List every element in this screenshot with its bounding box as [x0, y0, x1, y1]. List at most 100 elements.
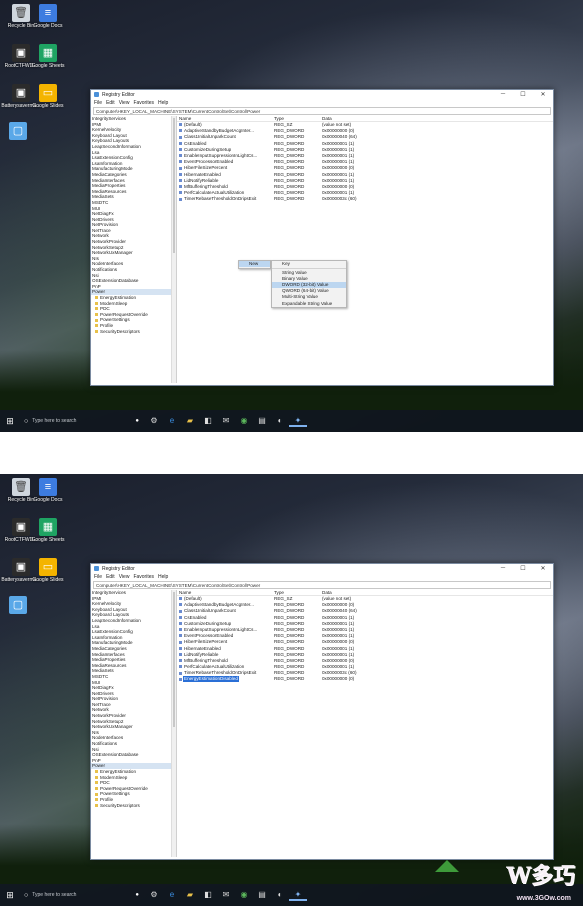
- value-name-text: EventProcessorEnabled: [184, 633, 234, 639]
- desktop-icon-google-sheets[interactable]: ▦ Google Sheets: [28, 518, 68, 543]
- value-name-text: TimerRebaseThresholdOnDripsExit: [184, 670, 257, 676]
- value-type: REG_DWORD: [274, 676, 305, 682]
- close-button[interactable]: ✕: [533, 565, 553, 572]
- folder-icon[interactable]: ▰: [181, 416, 199, 427]
- mail-icon[interactable]: ✉: [217, 416, 235, 427]
- tree-node-child[interactable]: SecurityDescriptors: [91, 329, 176, 335]
- watermark-arrow-icon: [435, 860, 459, 872]
- value-row[interactable]: TimerRebaseThresholdOnDripsExit REG_DWORD…: [177, 196, 553, 202]
- settings-icon[interactable]: ⚙: [145, 890, 163, 901]
- value-name-text: PerfCalculateActualUtilization: [184, 664, 245, 670]
- cortana-mic-icon[interactable]: ●: [135, 418, 139, 424]
- photos-icon[interactable]: ▤: [253, 890, 271, 901]
- taskbar-search[interactable]: ○ Type here to search ●: [20, 413, 145, 429]
- value-name-text: PerfCalculateActualUtilization: [184, 190, 245, 196]
- minimize-button[interactable]: ─: [493, 565, 513, 572]
- desktop-icon-google-sheets[interactable]: ▦ Google Sheets: [28, 44, 68, 69]
- menu-file[interactable]: File: [94, 100, 102, 106]
- column-name[interactable]: Name: [177, 590, 274, 595]
- value-name-text: CsEnabled: [184, 614, 207, 620]
- folder-icon[interactable]: ▰: [181, 890, 199, 901]
- address-bar[interactable]: Computer\HKEY_LOCAL_MACHINE\SYSTEM\Curre…: [93, 581, 551, 589]
- menu-help[interactable]: Help: [158, 574, 168, 580]
- desktop-icon-google-slides[interactable]: ▭ Google Slides: [28, 558, 68, 583]
- menu-edit[interactable]: Edit: [106, 574, 115, 580]
- edge-icon[interactable]: e: [163, 416, 181, 427]
- value-name-text: CsEnabled: [184, 140, 207, 146]
- google-slides-icon: ▭: [39, 84, 57, 102]
- maximize-button[interactable]: ☐: [513, 565, 533, 572]
- value-name-text: TimerRebaseThresholdOnDripsExit: [184, 196, 257, 202]
- monitor-icon: ▢: [9, 596, 27, 614]
- regedit-taskbar-icon[interactable]: ✦: [289, 890, 307, 901]
- start-button[interactable]: ⊞: [0, 416, 20, 427]
- value-name: TimerRebaseThresholdOnDripsExit: [177, 196, 274, 202]
- address-bar[interactable]: Computer\HKEY_LOCAL_MACHINE\SYSTEM\Curre…: [93, 107, 551, 115]
- store-icon[interactable]: ◧: [199, 416, 217, 427]
- close-button[interactable]: ✕: [533, 91, 553, 98]
- app-icon[interactable]: ◉: [235, 416, 253, 427]
- store-icon[interactable]: ◧: [199, 890, 217, 901]
- google-sheets-icon: ▦: [39, 44, 57, 62]
- desktop-icon-monitor[interactable]: ▢: [0, 596, 38, 615]
- regedit-taskbar-icon[interactable]: ✦: [289, 416, 307, 427]
- menu-view[interactable]: View: [119, 100, 130, 106]
- desktop-icon-google-docs[interactable]: ≡ Google Docs: [28, 478, 68, 503]
- registry-editor-window: Registry Editor ─ ☐ ✕ File Edit View Fav…: [90, 89, 554, 386]
- desktop-icon-google-slides[interactable]: ▭ Google Slides: [28, 84, 68, 109]
- column-data[interactable]: Data: [322, 116, 402, 121]
- desktop-icon-google-docs[interactable]: ≡ Google Docs: [28, 4, 68, 29]
- maximize-button[interactable]: ☐: [513, 91, 533, 98]
- menu-favorites[interactable]: Favorites: [133, 100, 154, 106]
- menu-favorites[interactable]: Favorites: [133, 574, 154, 580]
- menu-view[interactable]: View: [119, 574, 130, 580]
- google-sheets-icon: ▦: [39, 518, 57, 536]
- menu-bar: File Edit View Favorites Help: [91, 99, 553, 106]
- submenu-key[interactable]: Key: [272, 261, 346, 267]
- title-bar: Registry Editor ─ ☐ ✕: [91, 90, 553, 99]
- edge-icon[interactable]: e: [163, 890, 181, 901]
- column-data[interactable]: Data: [322, 590, 402, 595]
- value-type: REG_DWORD: [274, 196, 305, 202]
- desktop-icon-monitor[interactable]: ▢: [0, 122, 38, 141]
- value-name-text: CustomizeDuringSetup: [184, 620, 232, 626]
- value-row-new[interactable]: EnergyEstimationDisabled REG_DWORD 0x00000…: [177, 676, 553, 683]
- submenu-expandable-string-value[interactable]: Expandable String Value: [272, 301, 346, 307]
- minimize-button[interactable]: ─: [493, 91, 513, 98]
- value-data: 0x00000000 (0): [322, 676, 355, 682]
- value-name-text: MfBufferingThreshold: [184, 657, 228, 663]
- steam-icon[interactable]: ◐: [271, 890, 289, 901]
- value-name-text: EventProcessorEnabled: [184, 159, 234, 165]
- menu-help[interactable]: Help: [158, 100, 168, 106]
- value-name-text: Class1InitialUnparkCount: [184, 134, 236, 140]
- values-pane: Name Type Data (Default) REG_SZ (value not…: [177, 116, 553, 383]
- mail-icon[interactable]: ✉: [217, 890, 235, 901]
- menu-edit[interactable]: Edit: [106, 100, 115, 106]
- key-tree: IntegrityServices IPMI KernelVelocity Keybo…: [91, 590, 177, 857]
- app-icon[interactable]: ◉: [235, 890, 253, 901]
- key-tree: IntegrityServices IPMI KernelVelocity Keybo…: [91, 116, 177, 383]
- value-name-text: EnergyEstimationDisabled: [183, 676, 239, 683]
- monitor-icon: ▢: [9, 122, 27, 140]
- photos-icon[interactable]: ▤: [253, 416, 271, 427]
- tree-node-child[interactable]: SecurityDescriptors: [91, 803, 176, 809]
- value-name: EnergyEstimationDisabled: [177, 676, 274, 683]
- tree-scrollbar[interactable]: [171, 590, 176, 857]
- column-type[interactable]: Type: [274, 116, 322, 121]
- column-type[interactable]: Type: [274, 590, 322, 595]
- value-name-text: (Default): [184, 122, 202, 127]
- watermark-url: www.3GOw.com: [516, 895, 571, 902]
- value-name-text: HibernateEnabled: [184, 171, 221, 177]
- menu-file[interactable]: File: [94, 574, 102, 580]
- steam-icon[interactable]: ◐: [271, 416, 289, 427]
- tree-scrollbar[interactable]: [171, 116, 176, 383]
- new-menu-item[interactable]: New: [239, 261, 270, 268]
- column-name[interactable]: Name: [177, 116, 274, 121]
- settings-icon[interactable]: ⚙: [145, 416, 163, 427]
- cortana-mic-icon[interactable]: ●: [135, 892, 139, 898]
- search-icon: ○: [24, 891, 29, 899]
- taskbar-search[interactable]: ○ Type here to search ●: [20, 887, 145, 903]
- start-button[interactable]: ⊞: [0, 890, 20, 901]
- search-placeholder: Type here to search: [32, 892, 77, 898]
- value-name-text: LidNotifyReliable: [184, 177, 219, 183]
